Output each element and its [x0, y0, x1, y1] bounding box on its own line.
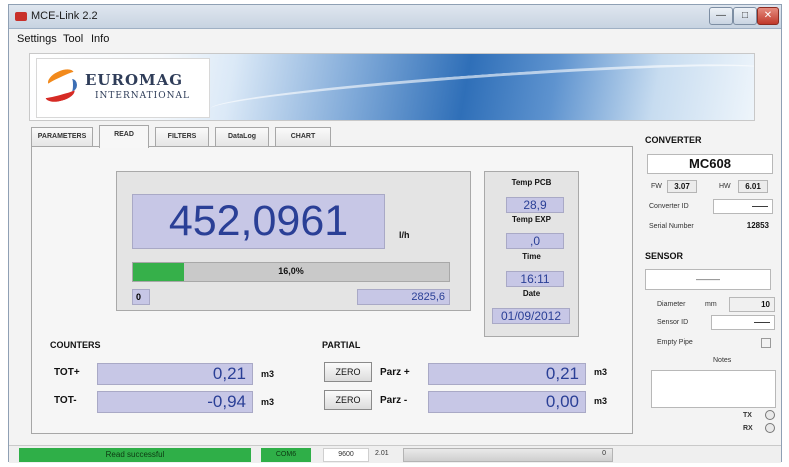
hw-value: 6.01 [738, 180, 768, 193]
close-button[interactable]: ✕ [757, 7, 779, 25]
counters-title: COUNTERS [50, 340, 101, 350]
diameter-label: Diameter [657, 301, 686, 308]
header-banner: EUROMAG INTERNATIONAL [29, 53, 755, 121]
zero-parz-plus-button[interactable]: ZERO [324, 362, 372, 382]
temp-pcb-label: Temp PCB [511, 178, 552, 187]
serial-number-value: 12853 [713, 219, 773, 234]
title-bar[interactable]: MCE-Link 2.2 — □ ✕ [9, 5, 781, 29]
flow-progress-label: 16,0% [278, 266, 304, 276]
sensor-title: SENSOR [645, 251, 684, 261]
flow-progress-bar: 16,0% [132, 262, 450, 282]
status-info-group: Temp PCB 28,9 Temp EXP ,0 Time 16:11 Dat… [484, 171, 579, 337]
converter-id-field[interactable]: —— [713, 199, 773, 214]
menu-tool[interactable]: Tool [63, 33, 83, 45]
minimize-button[interactable]: — [709, 7, 733, 25]
flow-rate-value: 452,0961 [132, 194, 385, 249]
temp-pcb-value: 28,9 [506, 197, 564, 213]
status-version: 2.01 [375, 450, 389, 457]
status-port: COM6 [261, 448, 311, 462]
tab-parameters[interactable]: PARAMETERS [31, 127, 93, 147]
time-value: 16:11 [506, 271, 564, 287]
tot-minus-unit: m3 [261, 397, 275, 407]
flow-rate-group: 452,0961 l/h 16,0% 0 2825,6 [116, 171, 471, 311]
status-progress-bar: 0 [403, 448, 613, 462]
diameter-unit: mm [705, 301, 717, 308]
date-label: Date [522, 289, 541, 298]
zero-parz-minus-button[interactable]: ZERO [324, 390, 372, 410]
logo-name: EUROMAG [85, 71, 184, 89]
parz-plus-value: 0,21 [428, 363, 586, 385]
menu-settings[interactable]: Settings [17, 33, 57, 45]
rx-led-icon [765, 423, 775, 433]
sensor-name-field: ——— [645, 269, 771, 290]
parz-plus-label: Parz + [380, 367, 410, 378]
read-panel: 452,0961 l/h 16,0% 0 2825,6 Temp PCB 28,… [31, 146, 633, 434]
maximize-button[interactable]: □ [733, 7, 757, 25]
tab-datalog[interactable]: DataLog [215, 127, 269, 147]
app-window: MCE-Link 2.2 — □ ✕ Settings Tool Info EU… [8, 4, 782, 463]
logo-swoosh-blue-icon [67, 79, 77, 91]
empty-pipe-label: Empty Pipe [657, 339, 693, 346]
parz-plus-unit: m3 [594, 367, 608, 377]
rx-label: RX [743, 425, 753, 432]
converter-model: MC608 [647, 154, 773, 174]
sensor-id-field[interactable]: —— [711, 315, 775, 330]
tot-plus-value: 0,21 [97, 363, 253, 385]
range-max-value: 2825,6 [357, 289, 450, 305]
logo-subtitle: INTERNATIONAL [95, 91, 190, 101]
notes-label: Notes [713, 357, 732, 364]
banner-wave [209, 54, 754, 120]
status-counter: 0 [602, 450, 606, 457]
tab-chart[interactable]: CHART [275, 127, 331, 147]
serial-number-label: Serial Number [649, 223, 694, 230]
flow-rate-unit: l/h [399, 230, 410, 240]
tot-minus-label: TOT- [54, 395, 77, 406]
hw-label: HW [719, 183, 731, 190]
window-title: MCE-Link 2.2 [31, 10, 98, 22]
tab-read[interactable]: READ [99, 125, 149, 148]
date-value: 01/09/2012 [492, 308, 570, 324]
tab-filters[interactable]: FILTERS [155, 127, 209, 147]
tx-led-icon [765, 410, 775, 420]
partial-title: PARTIAL [322, 340, 361, 350]
tot-minus-value: -0,94 [97, 391, 253, 413]
menu-bar: Settings Tool Info [9, 29, 781, 49]
status-baud-rate: 9600 [323, 448, 369, 462]
empty-pipe-checkbox[interactable] [761, 338, 771, 348]
temp-exp-label: Temp EXP [512, 215, 551, 224]
parz-minus-unit: m3 [594, 396, 608, 406]
parz-minus-label: Parz - [380, 395, 408, 406]
temp-exp-value: ,0 [506, 233, 564, 249]
tot-plus-unit: m3 [261, 369, 275, 379]
parz-minus-value: 0,00 [428, 391, 586, 413]
status-bar: Read successful COM6 9600 2.01 0 [9, 445, 781, 463]
diameter-value: 10 [729, 297, 775, 312]
tot-plus-label: TOT+ [54, 367, 80, 378]
menu-info[interactable]: Info [91, 33, 109, 45]
tx-label: TX [743, 412, 752, 419]
app-icon [15, 12, 27, 21]
converter-id-label: Converter ID [649, 203, 689, 210]
sensor-id-label: Sensor ID [657, 319, 689, 326]
notes-textarea[interactable] [651, 370, 776, 408]
fw-label: FW [651, 183, 662, 190]
time-label: Time [522, 252, 541, 261]
device-info-panel: CONVERTER MC608 FW 3.07 HW 6.01 Converte… [641, 129, 779, 435]
company-logo: EUROMAG INTERNATIONAL [36, 58, 210, 118]
status-message: Read successful [19, 448, 251, 462]
range-min-value: 0 [132, 289, 150, 305]
converter-title: CONVERTER [645, 135, 702, 145]
fw-value: 3.07 [667, 180, 697, 193]
